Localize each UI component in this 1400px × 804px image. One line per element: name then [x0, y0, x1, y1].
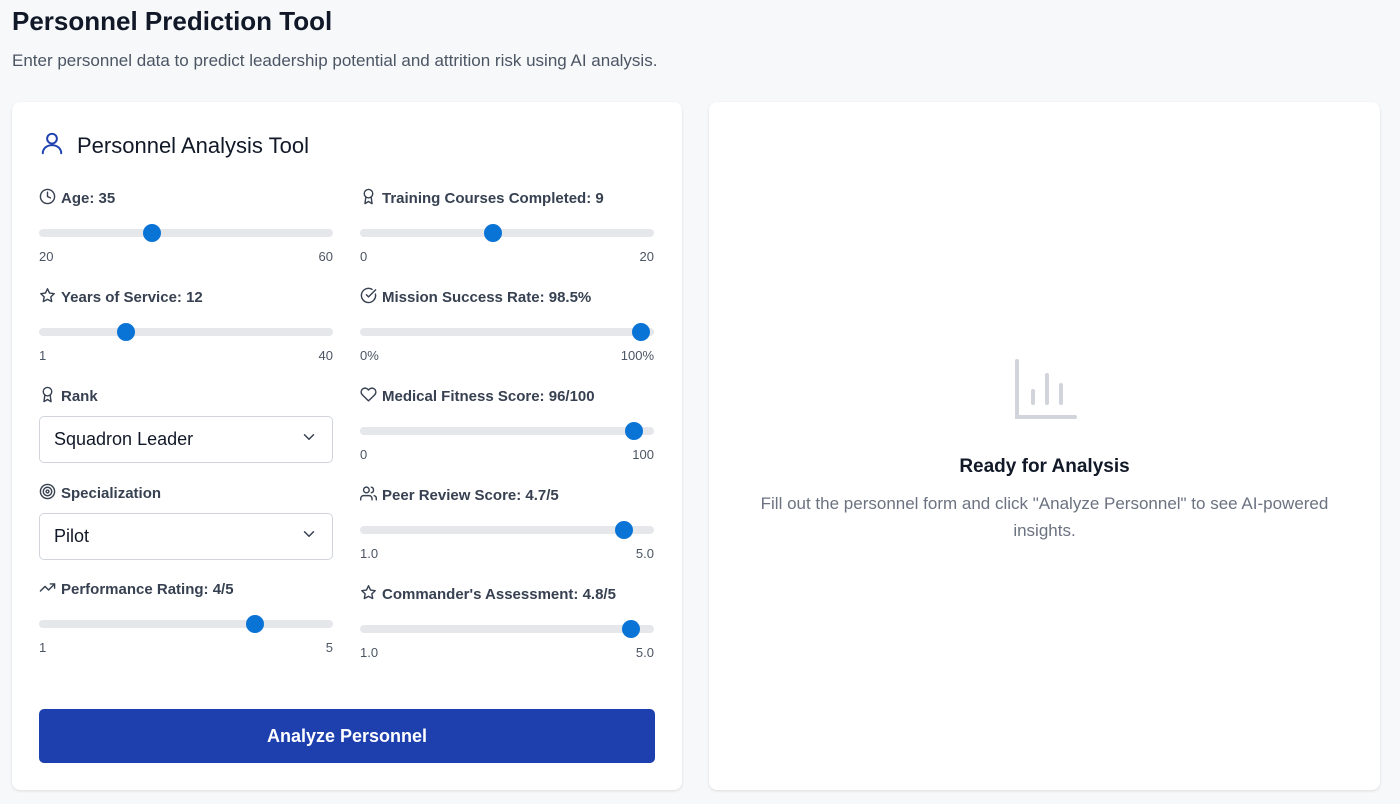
empty-state: Ready for Analysis Fill out the personne… [709, 357, 1380, 544]
star-icon [39, 287, 56, 308]
bar-chart-icon [1013, 357, 1077, 426]
age-label: Age: 35 [61, 189, 116, 207]
specialization-selected-value: Pilot [54, 526, 90, 546]
award-icon [360, 188, 377, 209]
medical-fitness-min-label: 0 [360, 447, 368, 462]
age-slider-thumb[interactable] [142, 224, 161, 242]
commander-assessment-field: Commander's Assessment: 4.8/5 1.0 5.0 [360, 584, 654, 660]
mission-success-label: Mission Success Rate: 98.5% [382, 288, 592, 306]
star-icon [360, 584, 377, 605]
trending-up-icon [39, 579, 56, 600]
years-of-service-slider-thumb[interactable] [116, 323, 135, 341]
commander-assessment-slider-thumb[interactable] [622, 620, 641, 638]
empty-state-text: Fill out the personnel form and click "A… [760, 494, 1329, 540]
rank-field: Rank Squadron Leader [39, 386, 333, 463]
commander-assessment-min-label: 1.0 [360, 645, 379, 660]
users-icon [360, 485, 378, 506]
medical-fitness-field: Medical Fitness Score: 96/100 0 100 [360, 386, 654, 462]
form-title: Personnel Analysis Tool [77, 132, 309, 158]
age-slider[interactable] [39, 223, 333, 243]
performance-rating-max-label: 5 [325, 640, 333, 655]
rank-label: Rank [61, 387, 98, 405]
form-header: Personnel Analysis Tool [39, 130, 309, 161]
target-icon [39, 483, 56, 504]
commander-assessment-max-label: 5.0 [635, 645, 654, 660]
years-of-service-label: Years of Service: 12 [61, 288, 203, 306]
performance-rating-min-label: 1 [39, 640, 47, 655]
commander-assessment-slider[interactable] [360, 619, 654, 639]
peer-review-field: Peer Review Score: 4.7/5 1.0 5.0 [360, 485, 654, 561]
peer-review-slider-thumb[interactable] [615, 521, 634, 539]
rank-selected-value: Squadron Leader [54, 429, 194, 449]
training-courses-max-label: 20 [639, 249, 654, 264]
specialization-label: Specialization [61, 484, 162, 502]
training-courses-field: Training Courses Completed: 9 0 20 [360, 188, 654, 264]
specialization-field: Specialization Pilot [39, 483, 333, 560]
rank-select[interactable]: Squadron Leader [39, 416, 333, 463]
empty-state-title: Ready for Analysis [959, 456, 1130, 477]
years-of-service-min-label: 1 [39, 348, 47, 363]
training-courses-label: Training Courses Completed: 9 [382, 189, 604, 207]
page-subtitle: Enter personnel data to predict leadersh… [12, 51, 658, 70]
user-icon [39, 130, 65, 161]
mission-success-slider[interactable] [360, 322, 654, 342]
training-courses-min-label: 0 [360, 249, 368, 264]
commander-assessment-label: Commander's Assessment: 4.8/5 [382, 585, 616, 603]
mission-success-min-label: 0% [360, 348, 379, 363]
age-field: Age: 35 20 60 [39, 188, 333, 264]
clock-icon [39, 188, 56, 209]
performance-rating-slider[interactable] [39, 614, 333, 634]
performance-rating-field: Performance Rating: 4/5 1 5 [39, 579, 333, 655]
peer-review-max-label: 5.0 [635, 546, 654, 561]
age-max-label: 60 [318, 249, 333, 264]
mission-success-field: Mission Success Rate: 98.5% 0% 100% [360, 287, 654, 363]
medical-fitness-slider-thumb[interactable] [624, 422, 643, 440]
peer-review-min-label: 1.0 [360, 546, 379, 561]
check-circle-icon [360, 287, 377, 308]
years-of-service-slider[interactable] [39, 322, 333, 342]
award-icon [39, 386, 56, 407]
personnel-form-card: Personnel Analysis Tool Age: 35 20 60 Ye… [12, 102, 682, 790]
heart-icon [360, 386, 377, 407]
medical-fitness-max-label: 100 [632, 447, 654, 462]
performance-rating-slider-thumb[interactable] [246, 615, 264, 633]
training-courses-slider-thumb[interactable] [484, 224, 503, 242]
specialization-select[interactable]: Pilot [39, 513, 333, 560]
years-of-service-field: Years of Service: 12 1 40 [39, 287, 333, 363]
age-min-label: 20 [39, 249, 54, 264]
chevron-down-icon [300, 525, 318, 548]
analyze-personnel-button[interactable]: Analyze Personnel [39, 709, 655, 763]
medical-fitness-slider[interactable] [360, 421, 654, 441]
peer-review-label: Peer Review Score: 4.7/5 [382, 486, 559, 504]
mission-success-max-label: 100% [620, 348, 654, 363]
medical-fitness-label: Medical Fitness Score: 96/100 [382, 387, 595, 405]
page-title: Personnel Prediction Tool [12, 6, 333, 36]
chevron-down-icon [300, 428, 318, 451]
training-courses-slider[interactable] [360, 223, 654, 243]
peer-review-slider[interactable] [360, 520, 654, 540]
analysis-result-card: Ready for Analysis Fill out the personne… [709, 102, 1380, 790]
performance-rating-label: Performance Rating: 4/5 [61, 580, 234, 598]
mission-success-slider-thumb[interactable] [631, 323, 650, 341]
years-of-service-max-label: 40 [318, 348, 333, 363]
